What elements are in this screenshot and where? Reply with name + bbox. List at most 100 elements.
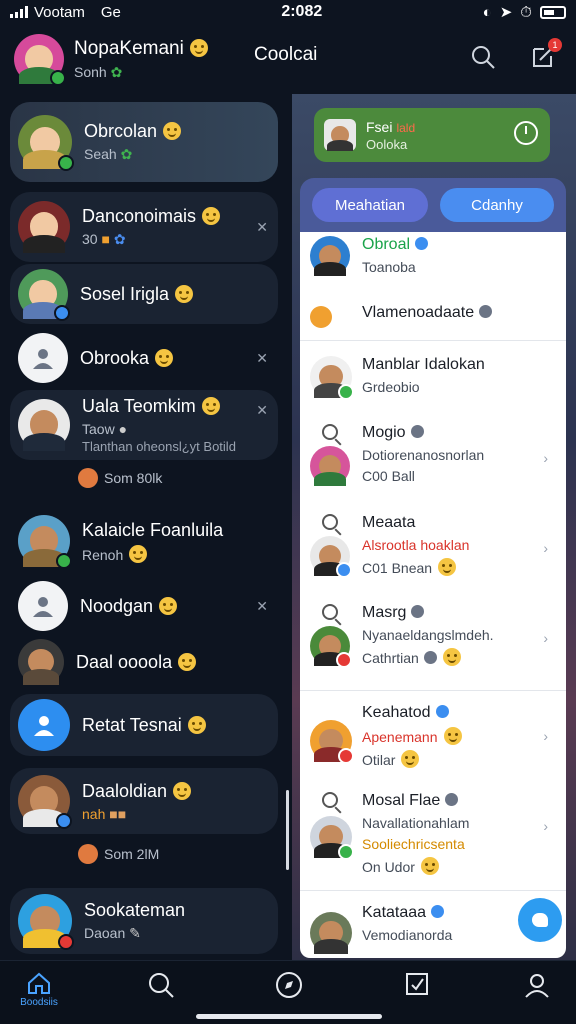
- contact-detail: Grdeobio: [362, 379, 420, 395]
- compose-button[interactable]: 1: [528, 38, 562, 72]
- tab-second[interactable]: Cdanhy: [440, 188, 554, 222]
- smile-emoji-icon: [189, 38, 208, 57]
- contact-item[interactable]: Masrg Nyanaeldangslmdeh. Cathrtian ›: [300, 604, 566, 684]
- smile-emoji-icon: [173, 781, 192, 800]
- chat-item[interactable]: Sosel Irigla: [10, 264, 278, 324]
- contact-item[interactable]: Manblar Idalokan Grdeobio: [300, 356, 566, 416]
- clock-time: 2:082: [281, 3, 323, 20]
- close-icon[interactable]: ✕: [256, 219, 268, 236]
- nav-explore[interactable]: [264, 971, 314, 999]
- chevron-right-icon[interactable]: ›: [543, 450, 548, 466]
- contact-name: Katataaa: [362, 904, 427, 921]
- home-indicator: [196, 1014, 382, 1019]
- mini-activity: Som 80lk: [78, 468, 162, 488]
- new-chat-button[interactable]: [518, 898, 562, 942]
- chat-name: Kalaicle Foanluila: [82, 519, 224, 540]
- contact-name: Mogio: [362, 424, 406, 441]
- contact-item[interactable]: Keahatod Apenemann Otilar ›: [300, 704, 566, 774]
- chat-item[interactable]: Daal oooola: [10, 634, 278, 690]
- battery-icon: [540, 5, 566, 19]
- contact-item[interactable]: Obroal Toanoba: [300, 236, 566, 296]
- contact-item[interactable]: Mogio Dotiorenanosnorlan C00 Ball ›: [300, 424, 566, 504]
- chat-list: Obrcolan Seah ✿ Danconoimais 30 ■ ✿ ✕ So…: [0, 94, 290, 960]
- nav-search[interactable]: [136, 971, 186, 999]
- smile-emoji-icon: [178, 652, 197, 671]
- chat-item[interactable]: Sookateman Daoan ✎: [10, 888, 278, 954]
- chat-item[interactable]: Danconoimais 30 ■ ✿ ✕: [10, 192, 278, 262]
- smile-emoji-icon: [159, 596, 178, 615]
- contact-detail: Navallationahlam: [362, 815, 470, 831]
- nav-home[interactable]: Boodsiis: [14, 971, 64, 1008]
- verified-icon: [435, 705, 449, 718]
- contact-detail-secondary: Sooliechricsenta: [362, 836, 465, 852]
- verified-icon: [415, 237, 429, 250]
- chat-item[interactable]: Daaloldian nah ■■: [10, 768, 278, 834]
- smile-emoji-icon: [443, 727, 462, 745]
- chat-name: Retat Tesnai: [82, 714, 182, 735]
- smile-emoji-icon: [155, 348, 174, 367]
- verified-icon: [411, 605, 425, 618]
- nav-tasks[interactable]: [392, 971, 442, 997]
- search-button[interactable]: [468, 42, 498, 72]
- tab-first[interactable]: Meahatian: [312, 188, 428, 222]
- contact-name: Meaata: [362, 514, 416, 531]
- contact-item[interactable]: Mosal Flae Navallationahlam Sooliechrics…: [300, 792, 566, 884]
- clock-icon[interactable]: [514, 121, 538, 145]
- chat-preview: nah: [82, 805, 106, 822]
- scrollbar-thumb[interactable]: [286, 790, 289, 870]
- chevron-right-icon[interactable]: ›: [543, 540, 548, 556]
- contact-avatar: [18, 775, 72, 829]
- gift-icon: ■■: [109, 805, 127, 822]
- clover-icon: ✿: [110, 63, 123, 80]
- chat-item[interactable]: Obrooka ✕: [10, 328, 278, 388]
- profile-icon: [525, 974, 549, 998]
- status-tag: lald: [396, 120, 416, 135]
- chevron-right-icon[interactable]: ›: [543, 630, 548, 646]
- contact-avatar: [310, 536, 352, 578]
- contact-avatar: [310, 816, 354, 860]
- default-avatar-icon: [18, 581, 68, 631]
- signal-icon: [10, 6, 28, 18]
- contact-detail: Nyanaeldangslmdeh.: [362, 627, 494, 643]
- checklist-icon: [406, 973, 428, 995]
- status-card[interactable]: Fsei lald Ooloka: [314, 108, 550, 162]
- contact-item[interactable]: Vlamenoadaate: [300, 304, 566, 340]
- contact-detail-secondary: C01 Bnean: [362, 560, 433, 576]
- nav-profile[interactable]: [512, 971, 562, 999]
- contact-detail-secondary: C00 Ball: [362, 468, 415, 484]
- contact-avatar: [310, 626, 352, 668]
- tabs-bar: Meahatian Cdanhy: [300, 178, 566, 232]
- smile-emoji-icon: [129, 544, 148, 563]
- close-icon[interactable]: ✕: [256, 402, 268, 419]
- status-name: Fsei: [366, 118, 393, 135]
- close-icon[interactable]: ✕: [256, 598, 268, 615]
- profile-avatar[interactable]: [14, 34, 66, 86]
- chat-item[interactable]: Kalaicle Foanluila Renoh: [10, 506, 278, 576]
- status-sub: Ooloka: [366, 136, 408, 152]
- gift-icon: ■: [101, 231, 110, 247]
- compass-icon: [276, 972, 302, 998]
- chat-preview: Taow: [82, 421, 115, 437]
- chevron-right-icon[interactable]: ›: [543, 818, 548, 834]
- close-icon[interactable]: ✕: [256, 350, 268, 367]
- chat-name: Obrooka: [80, 347, 150, 368]
- chat-item[interactable]: Noodgan ✕: [10, 576, 278, 636]
- smile-emoji-icon: [401, 750, 420, 768]
- chat-item[interactable]: Retat Tesnai: [10, 694, 278, 756]
- chat-name: Noodgan: [80, 595, 154, 616]
- top-header: NopaKemani Sonh ✿ Coolcai 1: [0, 26, 576, 92]
- chat-preview: Daoan: [84, 925, 126, 941]
- chat-item[interactable]: Uala Teomkim Taow ● Tlanthan oheonsl¿yt …: [10, 390, 278, 460]
- smile-emoji-icon: [420, 857, 439, 875]
- contact-avatar: [18, 515, 72, 569]
- contact-item[interactable]: Meaata Alsrootla hoaklan C01 Bnean ›: [300, 514, 566, 594]
- alarm-icon: ⏱: [520, 3, 532, 21]
- smile-emoji-icon: [175, 284, 194, 303]
- chat-item[interactable]: Obrcolan Seah ✿: [10, 102, 278, 182]
- mini-activity-label: Som 80lk: [104, 470, 163, 486]
- contact-name: Keahatod: [362, 704, 431, 721]
- online-badge: [50, 70, 66, 86]
- mini-activity-label: Som 2lM: [104, 846, 160, 862]
- mini-activity: Som 2lM: [78, 844, 159, 864]
- chevron-right-icon[interactable]: ›: [543, 728, 548, 744]
